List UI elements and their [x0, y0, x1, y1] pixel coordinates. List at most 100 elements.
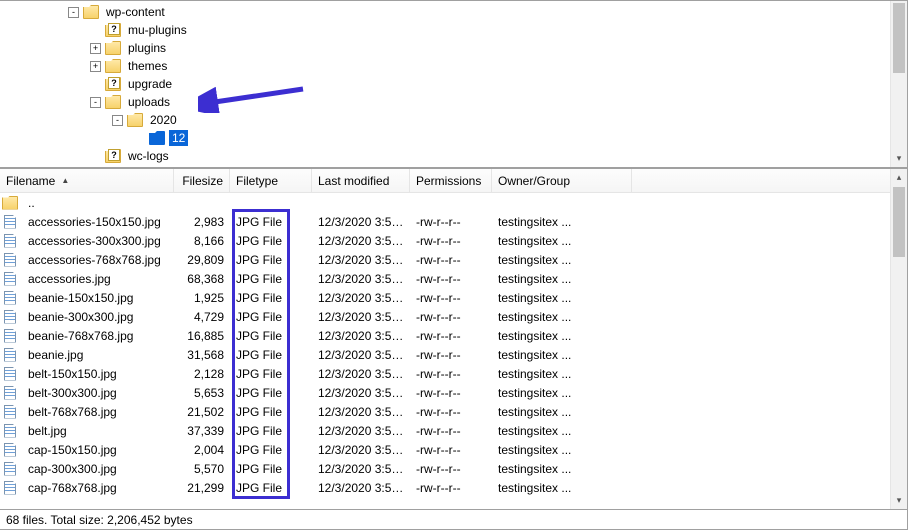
tree-node[interactable]: 12	[8, 129, 907, 147]
cell-permissions: -rw-r--r--	[410, 234, 492, 248]
tree-node[interactable]: wc-logs	[8, 147, 907, 165]
cell-owner: testingsitex ...	[492, 348, 632, 362]
table-row[interactable]: cap-150x150.jpg2,004JPG File12/3/2020 3:…	[0, 440, 890, 459]
folder-icon	[127, 113, 143, 127]
header-modified[interactable]: Last modified	[312, 169, 410, 192]
tree-node-label: 12	[169, 130, 188, 146]
cell-filetype: JPG File	[230, 462, 312, 476]
cell-owner: testingsitex ...	[492, 291, 632, 305]
cell-permissions: -rw-r--r--	[410, 386, 492, 400]
cell-filename: belt-150x150.jpg	[22, 367, 174, 381]
cell-permissions: -rw-r--r--	[410, 215, 492, 229]
table-row[interactable]: cap-300x300.jpg5,570JPG File12/3/2020 3:…	[0, 459, 890, 478]
cell-owner: testingsitex ...	[492, 386, 632, 400]
status-bar: 68 files. Total size: 2,206,452 bytes	[0, 510, 908, 530]
cell-modified: 12/3/2020 3:55:...	[312, 348, 410, 362]
cell-filesize: 1,925	[174, 291, 230, 305]
cell-filesize: 16,885	[174, 329, 230, 343]
cell-modified: 12/3/2020 3:55:...	[312, 462, 410, 476]
cell-filesize: 2,983	[174, 215, 230, 229]
folder-tree-pane: - wp-content mu-plugins + plugins+themesupgr…	[0, 0, 908, 168]
table-row[interactable]: beanie-150x150.jpg1,925JPG File12/3/2020…	[0, 288, 890, 307]
cell-owner: testingsitex ...	[492, 234, 632, 248]
cell-filename: belt-768x768.jpg	[22, 405, 174, 419]
table-row[interactable]: accessories.jpg68,368JPG File12/3/2020 3…	[0, 269, 890, 288]
tree-node-label: plugins	[125, 40, 169, 56]
folder-tree[interactable]: - wp-content mu-plugins + plugins+themesupgr…	[0, 1, 907, 165]
file-icon	[2, 481, 18, 495]
cell-filename: belt-300x300.jpg	[22, 386, 174, 400]
table-row[interactable]: beanie-768x768.jpg16,885JPG File12/3/202…	[0, 326, 890, 345]
cell-filename: beanie-150x150.jpg	[22, 291, 174, 305]
cell-filetype: JPG File	[230, 481, 312, 495]
file-icon	[2, 329, 18, 343]
table-row[interactable]: cap-768x768.jpg21,299JPG File12/3/2020 3…	[0, 478, 890, 497]
scroll-down-button[interactable]: ▾	[891, 492, 907, 509]
tree-node-label: upgrade	[125, 76, 175, 92]
tree-node[interactable]: +themes	[8, 57, 907, 75]
folder-icon	[105, 95, 121, 109]
cell-owner: testingsitex ...	[492, 253, 632, 267]
header-filename[interactable]: Filename ▲	[0, 169, 174, 192]
cell-modified: 12/3/2020 3:55:...	[312, 291, 410, 305]
scrollbar-thumb[interactable]	[893, 187, 905, 257]
header-filename-label: Filename	[6, 174, 55, 188]
cell-modified: 12/3/2020 3:55:...	[312, 405, 410, 419]
cell-filetype: JPG File	[230, 215, 312, 229]
header-filesize[interactable]: Filesize	[174, 169, 230, 192]
table-row[interactable]: accessories-768x768.jpg29,809JPG File12/…	[0, 250, 890, 269]
table-row[interactable]: belt.jpg37,339JPG File12/3/2020 3:55:...…	[0, 421, 890, 440]
table-row[interactable]: beanie-300x300.jpg4,729JPG File12/3/2020…	[0, 307, 890, 326]
cell-permissions: -rw-r--r--	[410, 405, 492, 419]
parent-dir-label: ..	[22, 196, 172, 210]
file-icon	[2, 462, 18, 476]
tree-node[interactable]: - uploads	[8, 93, 907, 111]
tree-node[interactable]: - wp-content	[8, 3, 907, 21]
table-row[interactable]: accessories-300x300.jpg8,166JPG File12/3…	[0, 231, 890, 250]
expand-icon[interactable]: +	[90, 43, 101, 54]
table-row[interactable]: belt-150x150.jpg2,128JPG File12/3/2020 3…	[0, 364, 890, 383]
cell-owner: testingsitex ...	[492, 405, 632, 419]
tree-node[interactable]: + plugins	[8, 39, 907, 57]
header-filetype[interactable]: Filetype	[230, 169, 312, 192]
sort-arrow-icon: ▲	[61, 176, 69, 185]
table-row[interactable]: belt-768x768.jpg21,502JPG File12/3/2020 …	[0, 402, 890, 421]
expand-icon[interactable]: +	[90, 61, 101, 72]
cell-filesize: 68,368	[174, 272, 230, 286]
file-scrollbar[interactable]: ▴ ▾	[890, 169, 907, 509]
cell-permissions: -rw-r--r--	[410, 367, 492, 381]
tree-node-label: uploads	[125, 94, 173, 110]
tree-node[interactable]: -2020	[8, 111, 907, 129]
header-permissions[interactable]: Permissions	[410, 169, 492, 192]
cell-filename: cap-300x300.jpg	[22, 462, 174, 476]
scroll-down-button[interactable]: ▾	[891, 150, 907, 167]
header-owner[interactable]: Owner/Group	[492, 169, 632, 192]
cell-modified: 12/3/2020 3:55:...	[312, 234, 410, 248]
cell-permissions: -rw-r--r--	[410, 291, 492, 305]
folder-unknown-icon	[105, 23, 121, 37]
collapse-icon[interactable]: -	[112, 115, 123, 126]
cell-modified: 12/3/2020 3:55:...	[312, 272, 410, 286]
table-row[interactable]: accessories-150x150.jpg2,983JPG File12/3…	[0, 212, 890, 231]
file-icon	[2, 386, 18, 400]
cell-permissions: -rw-r--r--	[410, 424, 492, 438]
scroll-up-button[interactable]: ▴	[891, 169, 907, 186]
tree-node-label: mu-plugins	[125, 22, 190, 38]
table-row[interactable]: belt-300x300.jpg5,653JPG File12/3/2020 3…	[0, 383, 890, 402]
parent-dir-row[interactable]: ..	[0, 193, 890, 212]
cell-filename: cap-768x768.jpg	[22, 481, 174, 495]
cell-filetype: JPG File	[230, 348, 312, 362]
cell-filetype: JPG File	[230, 405, 312, 419]
tree-node[interactable]: mu-plugins	[8, 21, 907, 39]
folder-icon	[83, 5, 99, 19]
table-row[interactable]: beanie.jpg31,568JPG File12/3/2020 3:55:.…	[0, 345, 890, 364]
cell-filename: beanie.jpg	[22, 348, 174, 362]
file-icon	[2, 310, 18, 324]
scrollbar-thumb[interactable]	[893, 3, 905, 73]
tree-scrollbar[interactable]: ▾	[890, 1, 907, 167]
collapse-icon[interactable]: -	[68, 7, 79, 18]
tree-node-label: wp-content	[103, 4, 168, 20]
collapse-icon[interactable]: -	[90, 97, 101, 108]
cell-filename: accessories-150x150.jpg	[22, 215, 174, 229]
tree-node[interactable]: upgrade	[8, 75, 907, 93]
